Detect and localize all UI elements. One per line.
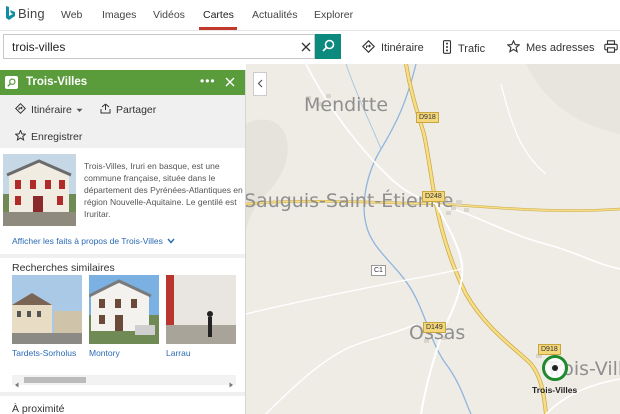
close-icon[interactable] <box>225 76 235 90</box>
print-button[interactable] <box>604 40 620 56</box>
section-divider <box>0 392 245 396</box>
itinerary-button[interactable]: Itinéraire <box>361 39 424 56</box>
pin-label: Trois-Villes <box>532 385 578 395</box>
panel-header: Trois-Villes ••• <box>0 70 245 95</box>
search-button[interactable] <box>315 34 341 59</box>
similar-label-larrau: Larrau <box>166 348 191 358</box>
search-result-icon <box>5 76 18 89</box>
similar-card-montory[interactable]: Montory <box>89 275 161 358</box>
road-shield-d149: D149 <box>423 322 446 333</box>
share-button[interactable]: Partager <box>100 103 156 117</box>
panel-actions: Itinéraire Partager Enregistrer <box>0 95 245 148</box>
road-shield-c1: C1 <box>371 265 386 276</box>
active-tab-indicator <box>199 27 237 30</box>
save-label: Enregistrer <box>31 131 83 143</box>
my-addresses-label: Mes adresses <box>526 42 595 54</box>
scrollbar-thumb[interactable] <box>24 377 86 383</box>
road-shield-d918-north: D918 <box>416 112 439 123</box>
chevron-down-icon <box>76 104 88 116</box>
search-icon <box>321 39 335 55</box>
similar-scrollbar[interactable] <box>12 375 236 388</box>
similar-thumb-montory <box>89 275 159 344</box>
nav-maps[interactable]: Cartes <box>203 9 234 21</box>
similar-label-tardets: Tardets-Sorholus <box>12 348 77 358</box>
nav-news[interactable]: Actualités <box>252 9 298 21</box>
search-input[interactable]: trois-villes <box>3 34 315 59</box>
chevron-left-icon <box>257 77 263 91</box>
scroll-left-icon[interactable] <box>14 377 20 391</box>
town-description: Trois-Villes, Iruri en basque, est une c… <box>84 161 243 219</box>
search-query[interactable]: trois-villes <box>12 40 65 54</box>
panel-title: Trois-Villes <box>26 76 88 88</box>
brand-name: Bing <box>18 6 45 21</box>
show-facts-link[interactable]: Afficher les faits à propos de Trois-Vil… <box>12 236 175 246</box>
location-pin[interactable] <box>542 355 568 381</box>
share-icon <box>100 103 116 117</box>
star-icon <box>14 129 31 144</box>
similar-card-tardets[interactable]: Tardets-Sorholus <box>12 275 84 358</box>
star-icon <box>506 39 526 56</box>
more-options-icon[interactable]: ••• <box>200 74 216 88</box>
my-addresses-button[interactable]: Mes adresses <box>506 39 595 56</box>
traffic-light-icon <box>442 40 458 57</box>
similar-thumb-larrau <box>166 275 236 344</box>
traffic-button[interactable]: Trafic <box>442 40 485 57</box>
scroll-right-icon[interactable] <box>228 377 234 391</box>
close-icon[interactable] <box>300 41 312 53</box>
town-photo[interactable] <box>3 154 76 226</box>
search-toolbar: trois-villes Itinéraire Trafic Mes adres… <box>0 31 620 64</box>
collapse-panel-button[interactable] <box>253 72 267 96</box>
directions-icon <box>361 39 381 56</box>
bing-logo[interactable]: Bing <box>5 6 45 21</box>
bing-b-icon <box>5 6 16 21</box>
pin-dot <box>552 365 558 371</box>
road-shield-d248: D248 <box>422 191 445 202</box>
road-shield-d918-south: D918 <box>538 344 561 355</box>
nearby-title: À proximité <box>12 403 65 414</box>
directions-icon <box>14 102 31 117</box>
show-facts-label: Afficher les faits à propos de Trois-Vil… <box>12 236 163 246</box>
location-panel: Trois-Villes ••• Itinéraire Partager Enr… <box>0 70 246 414</box>
similar-card-larrau[interactable]: Larrau <box>166 275 238 358</box>
similar-label-montory: Montory <box>89 348 120 358</box>
save-button[interactable]: Enregistrer <box>14 129 83 144</box>
nav-images[interactable]: Images <box>102 9 136 21</box>
nav-explore[interactable]: Explorer <box>314 9 353 21</box>
panel-itinerary-button[interactable]: Itinéraire <box>14 102 88 117</box>
similar-searches-title: Recherches similaires <box>12 262 115 274</box>
map-label-menditte: Menditte <box>304 94 389 116</box>
section-divider <box>0 254 245 258</box>
top-navigation: Bing Web Images Vidéos Cartes Actualités… <box>0 0 620 31</box>
traffic-label: Trafic <box>458 42 486 55</box>
nav-videos[interactable]: Vidéos <box>153 9 185 21</box>
printer-icon <box>604 40 620 56</box>
chevron-down-icon <box>163 236 175 246</box>
nav-web[interactable]: Web <box>61 9 82 21</box>
similar-thumb-tardets <box>12 275 82 344</box>
share-label: Partager <box>116 104 157 116</box>
itinerary-label: Itinéraire <box>381 42 424 54</box>
panel-itinerary-label: Itinéraire <box>31 104 72 116</box>
